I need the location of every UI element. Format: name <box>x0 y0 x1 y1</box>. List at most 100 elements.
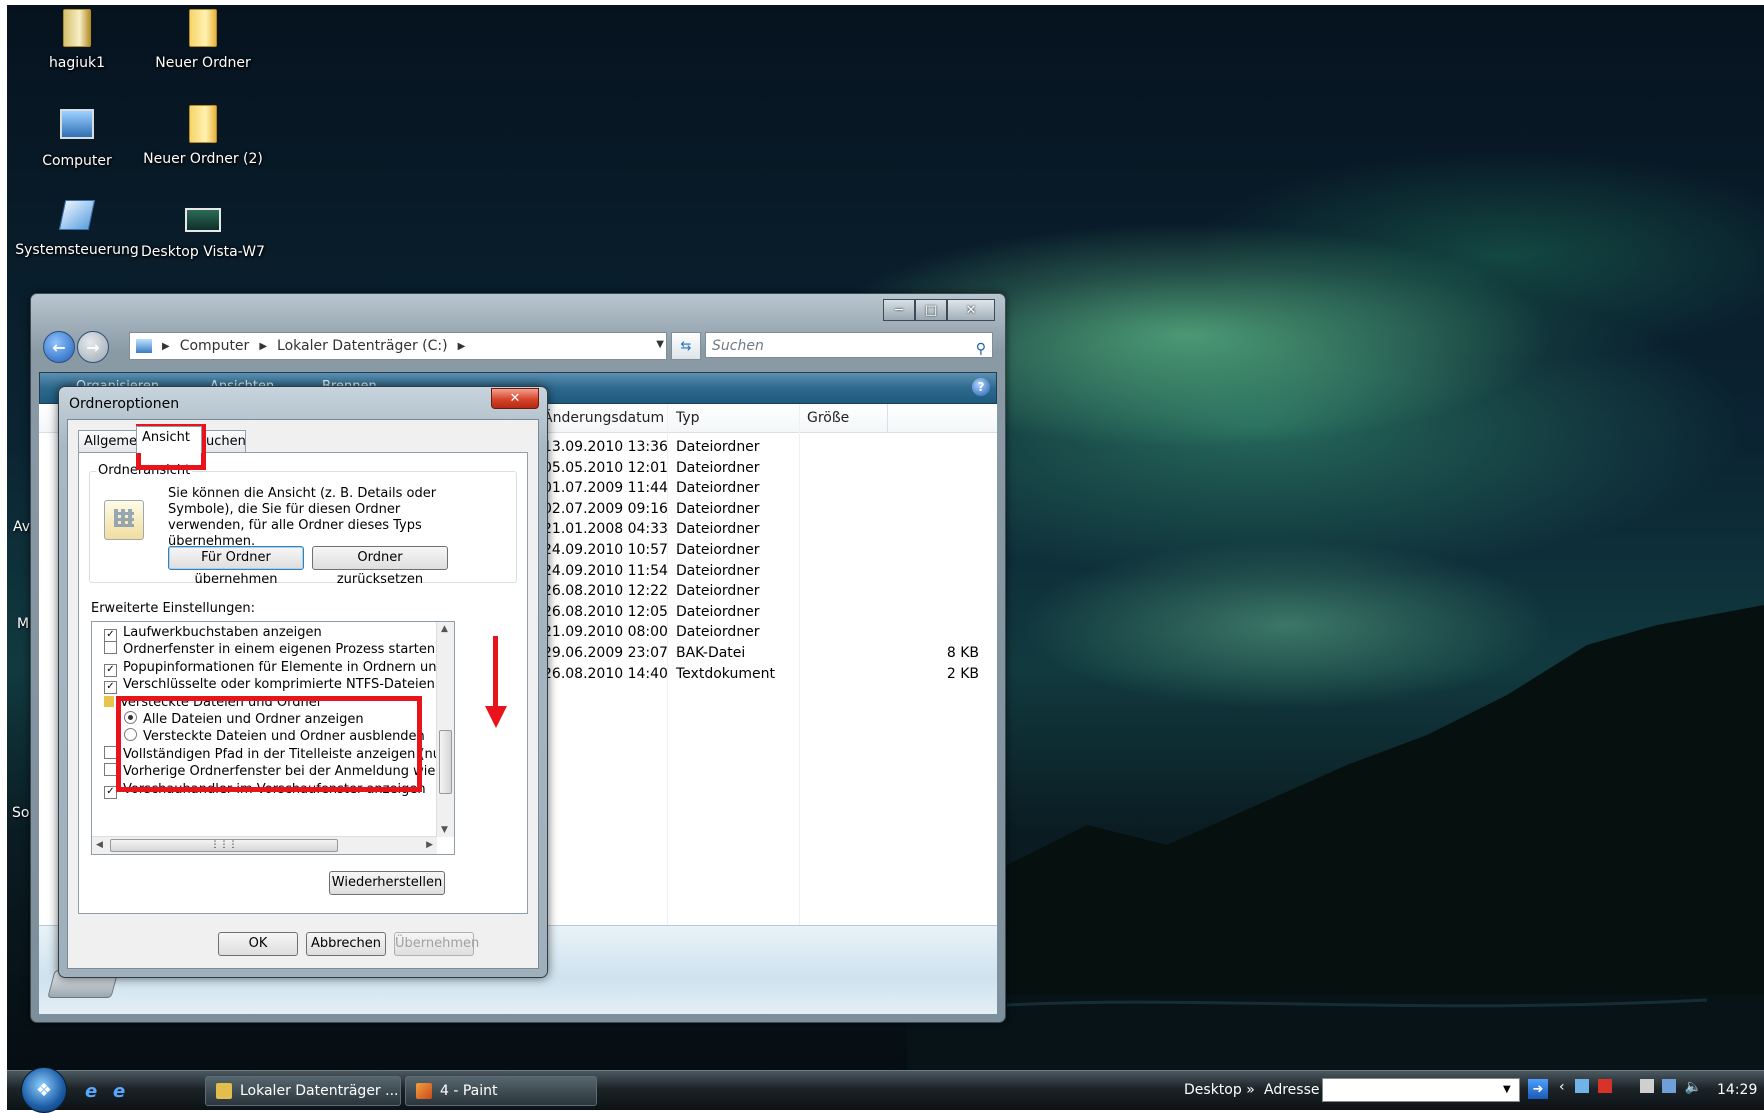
group-description: Sie können die Ansicht (z. B. Details od… <box>168 486 437 549</box>
tree-item[interactable]: ✓ Popupinformationen für Elemente in Ordn… <box>104 659 454 677</box>
tree-item[interactable]: Vorherige Ordnerfenster bei der Anmeldun… <box>104 763 454 781</box>
folder-options-dialog: Ordneroptionen ✕ Allgemein Ansicht uchen… <box>58 386 548 978</box>
column-size[interactable]: Größe <box>807 410 849 426</box>
tree-item[interactable]: Versteckte Dateien und Ordner ausblenden <box>124 728 425 746</box>
taskbar-button-paint[interactable]: 4 - Paint <box>405 1076 597 1106</box>
internet-explorer-icon[interactable]: e <box>85 1081 97 1102</box>
taskbar-button-explorer[interactable]: Lokaler Datenträger ... <box>205 1076 401 1106</box>
dialog-title: Ordneroptionen <box>69 396 180 412</box>
radio-unselected[interactable] <box>124 728 137 742</box>
start-button[interactable]: ❖ <box>21 1067 67 1113</box>
checkbox-unchecked[interactable] <box>104 763 117 777</box>
tree-item-label: Vorschauhandler im Vorschaufenster anzei… <box>123 781 426 797</box>
help-icon[interactable]: ? <box>972 378 990 396</box>
apply-button[interactable]: Übernehmen <box>394 932 479 956</box>
caption-buttons: ─ □ ✕ <box>883 299 995 321</box>
cell-type: Dateiordner <box>676 562 760 579</box>
tree-item[interactable]: Ordnerfenster in einem eigenen Prozess s… <box>104 641 435 659</box>
desktop-icon-desktop-vista-w7[interactable]: Desktop Vista-W7 <box>133 200 273 260</box>
scroll-right-icon[interactable]: ▶ <box>426 840 433 850</box>
taskbar-address-input[interactable] <box>1322 1078 1520 1102</box>
back-button[interactable]: ← <box>43 331 75 363</box>
tree-item[interactable]: ✓ Vorschauhandler im Vorschaufenster anze… <box>104 781 426 799</box>
vertical-scroll-thumb[interactable] <box>439 730 452 794</box>
cell-type: Dateiordner <box>676 542 760 558</box>
tab-search[interactable]: uchen <box>200 430 246 452</box>
cancel-button[interactable]: Abbrechen <box>306 932 386 956</box>
checkbox-checked[interactable]: ✓ <box>104 629 117 642</box>
tab-general[interactable]: Allgemein <box>78 430 149 452</box>
cell-type: Dateiordner <box>676 583 760 600</box>
ok-button[interactable]: OK <box>218 932 298 956</box>
tree-item[interactable]: Alle Dateien und Ordner anzeigen <box>124 711 364 729</box>
navigation-bar: ← → ▶ Computer ▶ Lokaler Datenträger (C:… <box>39 326 997 366</box>
apply-to-folders-button[interactable]: Für Ordner übernehmen <box>168 546 304 587</box>
tree-item-label: Versteckte Dateien und Ordner <box>120 694 323 710</box>
tree-item-label: Vollständigen Pfad in der Titelleiste an… <box>123 746 454 762</box>
tree-item[interactable]: Vollständigen Pfad in der Titelleiste an… <box>104 745 454 764</box>
search-input[interactable]: Suchen ⚲ <box>705 332 993 358</box>
radio-selected[interactable] <box>124 711 137 724</box>
desktop-icon-hagiuk1[interactable]: hagiuk1 <box>7 9 147 71</box>
close-button[interactable]: ✕ <box>947 299 995 321</box>
maximize-button[interactable]: □ <box>915 299 947 321</box>
column-type[interactable]: Typ <box>676 410 700 426</box>
connection-icon[interactable] <box>1662 1079 1677 1093</box>
column-date[interactable]: Änderungsdatum <box>543 410 664 426</box>
internet-explorer-icon[interactable]: e <box>113 1081 125 1102</box>
forward-button[interactable]: → <box>77 331 109 363</box>
minimize-button[interactable]: ─ <box>883 299 915 321</box>
taskbar-address-dropdown-icon[interactable]: ▼ <box>1503 1084 1511 1095</box>
cell-type: Dateiordner <box>676 624 760 641</box>
scroll-up-icon[interactable]: ▲ <box>441 624 448 634</box>
computer-icon <box>60 109 94 139</box>
security-icon[interactable] <box>1597 1079 1612 1093</box>
cell-size: 2 KB <box>946 665 979 682</box>
tree-item[interactable]: ✓ Laufwerkbuchstaben anzeigen <box>104 624 322 642</box>
tree-item[interactable]: ✓ Verschlüsselte oder komprimierte NTFS-D… <box>104 676 454 695</box>
clock[interactable]: 14:29 <box>1717 1082 1757 1098</box>
volume-icon[interactable]: 🔈 <box>1685 1079 1702 1095</box>
cell-type: Dateiordner <box>676 439 760 455</box>
restore-defaults-button[interactable]: Wiederherstellen <box>329 871 445 895</box>
desktop-icon-systemsteuerung[interactable]: Systemsteuerung <box>7 200 147 258</box>
breadcrumb-arrow-icon: ▶ <box>457 340 466 352</box>
folder-view-group: Ordneransicht Sie können die Ansicht (z.… <box>89 463 517 587</box>
horizontal-scrollbar[interactable]: ◀ ⋮⋮⋮ ▶ <box>92 836 437 854</box>
checkbox-unchecked[interactable] <box>104 745 117 759</box>
tab-view[interactable]: Ansicht <box>136 426 202 453</box>
desktop-icon-label: Computer <box>42 153 112 169</box>
paint-icon <box>416 1083 432 1099</box>
address-bar[interactable]: ▶ Computer ▶ Lokaler Datenträger (C:) ▶ … <box>129 332 667 360</box>
cell-date: 21.09.2010 08:00 <box>543 624 668 641</box>
desktop-icon-neuer-ordner[interactable]: Neuer Ordner <box>133 9 273 71</box>
search-icon[interactable]: ⚲ <box>976 336 986 362</box>
computer-icon <box>136 339 152 353</box>
desktop-icon-neuer-ordner-2[interactable]: Neuer Ordner (2) <box>133 105 273 167</box>
horizontal-scroll-thumb[interactable]: ⋮⋮⋮ <box>110 839 338 852</box>
go-button[interactable]: ➜ <box>1528 1079 1548 1099</box>
checkbox-checked[interactable]: ✓ <box>104 785 117 799</box>
scroll-down-icon[interactable]: ▼ <box>441 825 448 835</box>
checkbox-unchecked[interactable] <box>104 641 117 655</box>
checkbox-checked[interactable]: ✓ <box>104 681 117 695</box>
network-icon[interactable] <box>1575 1079 1590 1093</box>
refresh-button[interactable]: ⇆ <box>671 332 701 360</box>
scroll-left-icon[interactable]: ◀ <box>96 840 103 850</box>
vertical-scrollbar[interactable]: ▲ ▼ <box>436 622 454 837</box>
address-dropdown-icon[interactable]: ▼ <box>656 339 664 350</box>
advanced-settings-label: Erweiterte Einstellungen: <box>91 601 255 616</box>
taskbar: ❖ e e Lokaler Datenträger ... 4 - Paint … <box>7 1067 1764 1113</box>
breadcrumb-drive-c[interactable]: Lokaler Datenträger (C:) <box>277 338 448 354</box>
system-tray: ‹ 🔈 <box>1559 1079 1702 1095</box>
device-icon[interactable] <box>1639 1079 1654 1093</box>
dialog-close-button[interactable]: ✕ <box>491 388 539 409</box>
checkbox-checked[interactable]: ✓ <box>104 663 117 677</box>
reset-folders-button[interactable]: Ordner zurücksetzen <box>312 546 448 587</box>
column-separator[interactable] <box>887 404 888 432</box>
tray-expand-icon[interactable]: ‹ <box>1559 1079 1565 1095</box>
tree-item[interactable]: Versteckte Dateien und Ordner <box>104 694 322 712</box>
desktop-toolbar-label[interactable]: Desktop » <box>1184 1082 1255 1098</box>
desktop-icon-computer[interactable]: Computer <box>7 105 147 169</box>
breadcrumb-computer[interactable]: Computer <box>180 338 250 354</box>
